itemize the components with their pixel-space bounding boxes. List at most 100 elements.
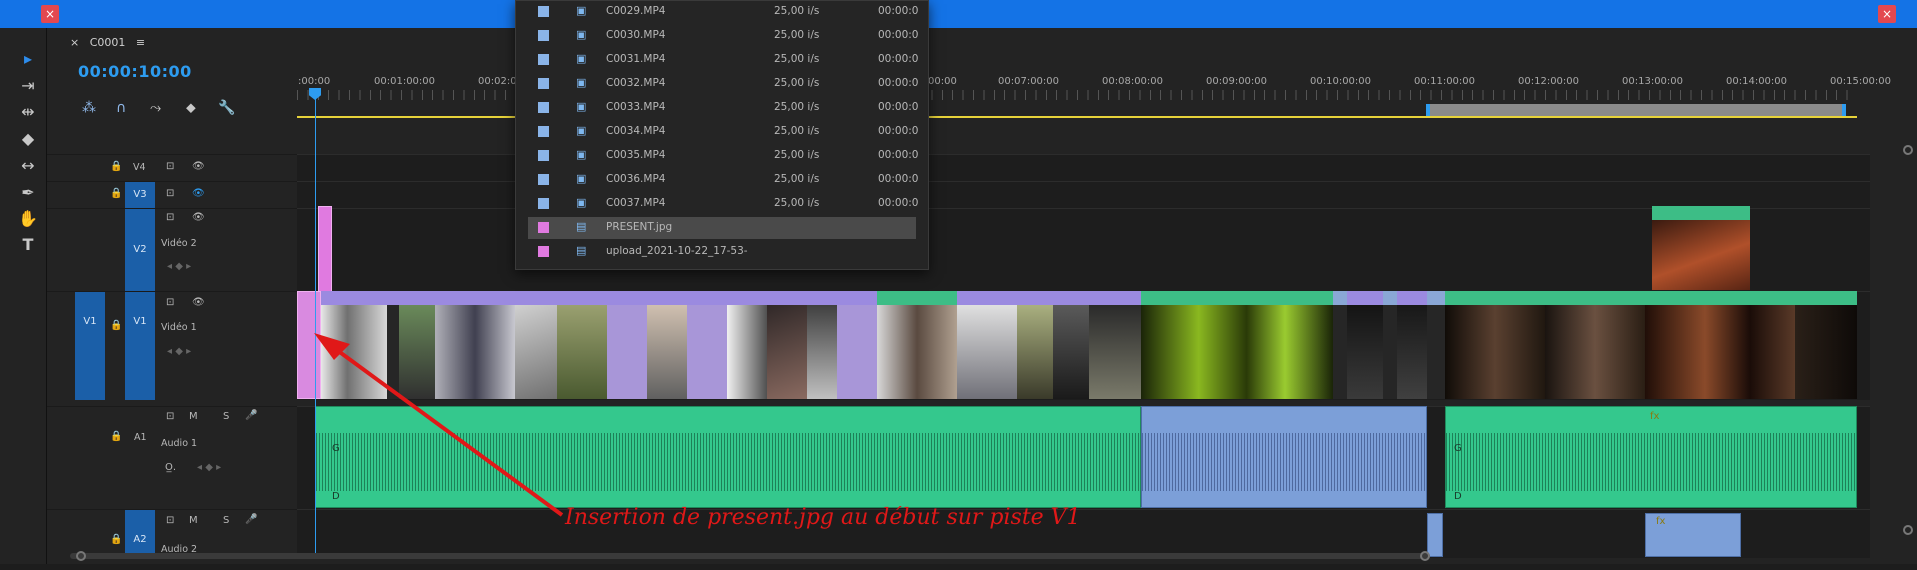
volume-icon[interactable]: O̲. [165, 462, 176, 473]
source-patch-v1[interactable]: V1 [75, 292, 105, 400]
video-clip[interactable] [1427, 291, 1445, 399]
video-clip[interactable] [727, 291, 767, 399]
ripple-edit-tool-icon[interactable]: ⇹ [16, 101, 40, 123]
razor-tool-icon[interactable]: ◆ [16, 128, 40, 150]
bin-item-row[interactable]: ▣ C0031.MP4 25,00 i/s 00:00:0 [528, 49, 918, 71]
eye-icon[interactable]: 👁 [192, 212, 205, 223]
video-clip[interactable]: C0037.MP4 [V] [1645, 291, 1795, 399]
mic-icon[interactable]: 🎤 [245, 410, 257, 421]
mute-button[interactable]: M [189, 411, 198, 422]
video-clip[interactable]: C003 [1089, 291, 1141, 399]
close-window-button-right[interactable]: × [1878, 5, 1896, 23]
hand-tool-icon[interactable]: ✋ [16, 208, 40, 230]
track-target-v1[interactable]: V1 [125, 292, 155, 400]
lock-icon[interactable]: 🔒 [110, 431, 122, 442]
video-clip[interactable] [1333, 291, 1347, 399]
sync-lock-icon[interactable]: ⊡ [166, 515, 174, 526]
video-clip[interactable] [1017, 291, 1053, 399]
bin-item-row[interactable]: ▣ C0036.MP4 25,00 i/s 00:00:0 [528, 169, 918, 191]
video-clip[interactable]: C0036.MP4 [V] [1545, 291, 1645, 399]
audio-clip[interactable] [1427, 513, 1443, 557]
track-target-v3[interactable]: V3 [125, 182, 155, 208]
video-clip[interactable] [647, 291, 687, 399]
video-clip[interactable]: C0037.MP4 [1652, 206, 1750, 290]
lock-icon[interactable]: 🔒 [110, 320, 122, 331]
video-clip[interactable] [767, 291, 807, 399]
video-clip[interactable] [687, 291, 727, 399]
label-color-swatch[interactable] [538, 126, 549, 137]
eye-icon[interactable]: 👁 [192, 161, 205, 172]
lock-icon[interactable]: 🔒 [110, 161, 122, 172]
linked-selection-icon[interactable]: ⤳ [150, 100, 161, 116]
add-marker-icon[interactable]: ⬥ [186, 100, 196, 116]
bin-item-row[interactable]: ▣ C0029.MP4 25,00 i/s 00:00:0 [528, 1, 918, 23]
bin-item-row[interactable]: ▣ C0033.MP4 25,00 i/s 00:00:0 [528, 97, 918, 119]
sync-lock-icon[interactable]: ⊡ [166, 297, 174, 308]
sync-lock-icon[interactable]: ⊡ [166, 212, 174, 223]
video-clip[interactable]: C00 [877, 291, 957, 399]
keyframe-nav[interactable]: ◂ ◆ ▸ [167, 261, 191, 272]
eye-icon[interactable]: 👁 [192, 188, 205, 199]
horizontal-scrollbar[interactable] [70, 553, 1430, 559]
bin-item-row[interactable]: ▤ upload_2021-10-22_17-53- [528, 241, 916, 263]
keyframe-nav[interactable]: ◂ ◆ ▸ [197, 462, 221, 473]
sync-lock-icon[interactable]: ⊡ [166, 161, 174, 172]
sequence-tab[interactable]: × C0001 ≡ [70, 36, 145, 49]
playhead-timecode[interactable]: 00:00:10:00 [78, 62, 192, 81]
nest-icon[interactable]: ⁂ [82, 100, 96, 116]
tab-menu-icon[interactable]: ≡ [136, 36, 145, 49]
video-clip[interactable] [607, 291, 647, 399]
track-select-tool-icon[interactable]: ⇥ [16, 75, 40, 97]
bin-item-row[interactable]: ▣ C0034.MP4 25,00 i/s 00:00:0 [528, 121, 918, 143]
label-color-swatch[interactable] [538, 30, 549, 41]
bin-item-row[interactable]: ▣ C0030.MP4 25,00 i/s 00:00:0 [528, 25, 918, 47]
lock-icon[interactable]: 🔒 [110, 188, 122, 199]
track-target-a2[interactable]: A2 [125, 510, 155, 558]
zoom-handle-left[interactable] [76, 551, 86, 561]
vertical-scrollbar[interactable] [1903, 130, 1913, 550]
pen-tool-icon[interactable]: ✒ [16, 182, 40, 204]
zoom-handle-right[interactable] [1420, 551, 1430, 561]
video-clip[interactable]: C0035.MP4 [V] [1445, 291, 1545, 399]
settings-wrench-icon[interactable]: 🔧 [218, 100, 235, 116]
solo-button[interactable]: S [223, 411, 229, 422]
snap-icon[interactable]: ∩ [116, 100, 126, 116]
video-clip[interactable] [1383, 291, 1397, 399]
video-clip[interactable]: C0037 [1795, 291, 1857, 399]
eye-icon[interactable]: 👁 [192, 297, 205, 308]
label-color-swatch[interactable] [538, 222, 549, 233]
audio-clip[interactable] [1141, 406, 1427, 508]
slip-tool-icon[interactable]: ↔ [16, 155, 40, 177]
bin-item-row[interactable]: ▣ C0032.MP4 25,00 i/s 00:00:0 [528, 73, 918, 95]
bin-item-row[interactable]: ▤ PRESENT.jpg [528, 217, 916, 239]
mute-button[interactable]: M [189, 515, 198, 526]
keyframe-nav[interactable]: ◂ ◆ ▸ [167, 346, 191, 357]
selection-tool-icon[interactable]: ▸ [16, 48, 40, 70]
label-color-swatch[interactable] [538, 6, 549, 17]
label-color-swatch[interactable] [538, 174, 549, 185]
sync-lock-icon[interactable]: ⊡ [166, 411, 174, 422]
work-area-bar[interactable] [1426, 104, 1846, 116]
audio-clip[interactable]: fx G D [1445, 406, 1857, 508]
label-color-swatch[interactable] [538, 78, 549, 89]
label-color-swatch[interactable] [538, 102, 549, 113]
label-color-swatch[interactable] [538, 246, 549, 257]
video-clip[interactable] [837, 291, 877, 399]
close-tab-icon[interactable]: × [70, 36, 79, 49]
video-clip[interactable] [807, 291, 837, 399]
bin-item-row[interactable]: ▣ C0037.MP4 25,00 i/s 00:00:0 [528, 193, 918, 215]
sync-lock-icon[interactable]: ⊡ [166, 188, 174, 199]
label-color-swatch[interactable] [538, 54, 549, 65]
type-tool-icon[interactable]: T [16, 234, 40, 256]
lock-icon[interactable]: 🔒 [110, 534, 122, 545]
video-clip[interactable]: C0032.MP4 [V] [1141, 291, 1333, 399]
mic-icon[interactable]: 🎤 [245, 514, 257, 525]
label-color-swatch[interactable] [538, 198, 549, 209]
video-clip[interactable] [1397, 291, 1427, 399]
video-clip[interactable] [957, 291, 1017, 399]
label-color-swatch[interactable] [538, 150, 549, 161]
video-clip[interactable] [1347, 291, 1383, 399]
track-target-v2[interactable]: V2 [125, 209, 155, 291]
audio-clip[interactable]: fx [1645, 513, 1741, 557]
solo-button[interactable]: S [223, 515, 229, 526]
